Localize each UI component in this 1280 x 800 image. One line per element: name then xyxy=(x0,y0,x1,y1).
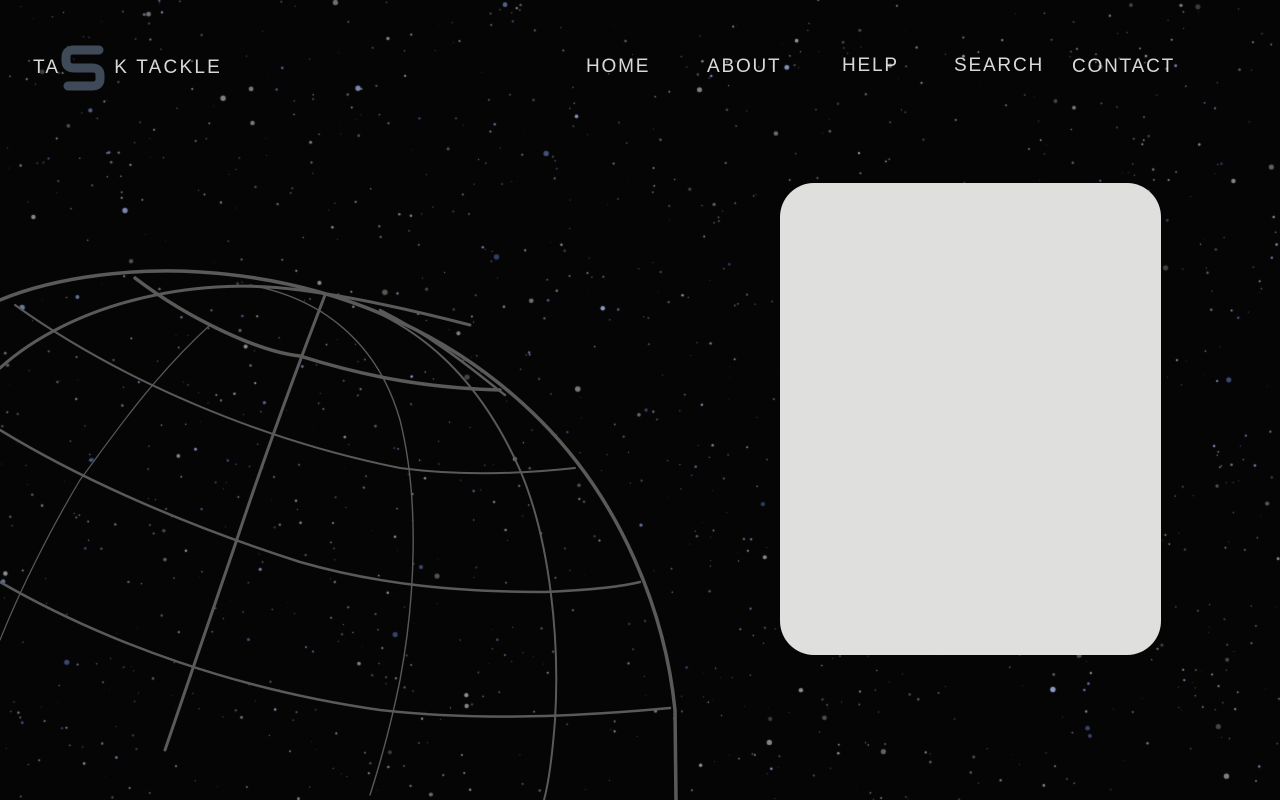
nav-home-link[interactable]: HOME xyxy=(586,56,650,78)
nav-about-link[interactable]: ABOUT xyxy=(707,56,781,78)
main-navigation: HOME ABOUT HELP SEARCH CONTACT xyxy=(0,55,1280,82)
globe-latitude xyxy=(0,580,672,718)
globe-rim xyxy=(0,269,678,800)
globe-latitude xyxy=(133,276,502,392)
nav-contact-link[interactable]: CONTACT xyxy=(1072,56,1175,78)
blank-content-card xyxy=(780,183,1161,655)
nav-search-link[interactable]: SEARCH xyxy=(954,55,1044,77)
globe-longitude xyxy=(329,294,558,800)
nav-help-link[interactable]: HELP xyxy=(842,55,899,77)
globe-latitude xyxy=(0,284,472,370)
globe-longitude xyxy=(249,284,414,796)
globe-longitude xyxy=(0,324,211,641)
globe-latitude xyxy=(0,428,642,594)
